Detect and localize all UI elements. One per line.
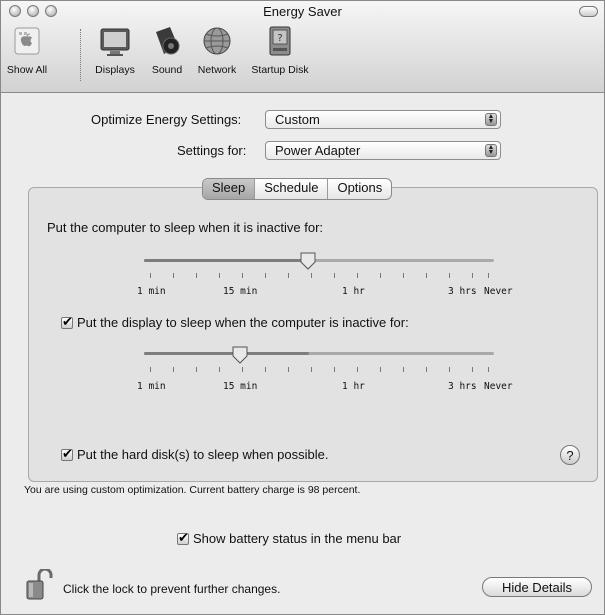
slider-tick xyxy=(488,367,489,372)
popup-arrows-icon: ▲ ▼ xyxy=(485,144,497,157)
svg-text:?: ? xyxy=(277,33,282,44)
energy-saver-window: Energy Saver Show All Displays Sound Net… xyxy=(0,0,605,615)
slider-tick xyxy=(449,273,450,278)
slider-tick xyxy=(242,367,243,372)
slider-tick xyxy=(357,367,358,372)
slider-tick xyxy=(311,273,312,278)
tick-label: Never xyxy=(484,286,513,297)
title-toolbar: Energy Saver Show All Displays Sound Net… xyxy=(1,1,604,93)
display-sleep-label: Put the display to sleep when the comput… xyxy=(77,315,409,330)
slider-tick xyxy=(488,273,489,278)
tick-label: 3 hrs xyxy=(448,286,477,297)
toolbar-show-all[interactable]: Show All xyxy=(3,24,51,76)
slider-tick xyxy=(196,367,197,372)
slider-tick xyxy=(334,367,335,372)
slider-tick xyxy=(196,273,197,278)
slider-tick xyxy=(334,273,335,278)
popup-arrows-icon: ▲ ▼ xyxy=(485,113,497,126)
computer-sleep-slider-thumb[interactable] xyxy=(300,252,316,270)
slider-tick xyxy=(426,367,427,372)
slider-tick xyxy=(472,367,473,372)
slider-tick xyxy=(311,367,312,372)
tick-label: 1 hr xyxy=(342,286,365,297)
toolbar-toggle-button[interactable] xyxy=(579,6,598,17)
slider-tick xyxy=(403,273,404,278)
slider-tick xyxy=(288,367,289,372)
slider-tick xyxy=(219,367,220,372)
toolbar-label: Show All xyxy=(6,64,48,76)
battery-status-checkbox[interactable] xyxy=(177,530,189,546)
optimize-popup[interactable]: Custom ▲ ▼ xyxy=(265,110,501,129)
lock-icon[interactable] xyxy=(25,567,53,606)
computer-sleep-slider-fill xyxy=(144,259,309,262)
disk-sleep-label: Put the hard disk(s) to sleep when possi… xyxy=(77,447,329,462)
window-title: Energy Saver xyxy=(263,4,342,19)
slider-tick xyxy=(173,273,174,278)
tick-label: 1 min xyxy=(137,286,166,297)
slider-tick xyxy=(219,273,220,278)
toolbar-sound[interactable]: Sound xyxy=(147,24,187,76)
tab-bar: Sleep Schedule Options xyxy=(202,178,393,200)
toolbar-startup-disk[interactable]: ? Startup Disk xyxy=(245,24,315,76)
lock-text: Click the lock to prevent further change… xyxy=(63,582,281,596)
slider-tick xyxy=(403,367,404,372)
tick-label: 1 min xyxy=(137,381,166,392)
display-sleep-slider-fill xyxy=(144,352,309,355)
toolbar-network[interactable]: Network xyxy=(191,24,243,76)
help-button[interactable]: ? xyxy=(560,445,580,465)
disk-sleep-checkbox[interactable] xyxy=(61,446,73,462)
toolbar-label: Startup Disk xyxy=(251,64,309,76)
battery-status-label: Show battery status in the menu bar xyxy=(193,531,402,546)
speaker-icon xyxy=(147,24,187,61)
hard-disk-icon: ? xyxy=(245,24,315,61)
tick-label: Never xyxy=(484,381,513,392)
slider-tick xyxy=(150,367,151,372)
optimize-label: Optimize Energy Settings: xyxy=(91,112,242,127)
slider-tick xyxy=(150,273,151,278)
settings-for-label: Settings for: xyxy=(177,143,247,158)
slider-tick xyxy=(265,367,266,372)
tab-schedule[interactable]: Schedule xyxy=(255,179,329,199)
hide-details-button[interactable]: Hide Details xyxy=(482,577,592,597)
globe-icon xyxy=(191,24,243,61)
slider-tick xyxy=(288,273,289,278)
toolbar-label: Displays xyxy=(95,64,135,76)
status-text: You are using custom optimization. Curre… xyxy=(24,484,361,496)
slider-tick xyxy=(242,273,243,278)
toolbar-displays[interactable]: Displays xyxy=(89,24,141,76)
tick-label: 15 min xyxy=(223,381,258,392)
slider-tick xyxy=(472,273,473,278)
slider-tick xyxy=(426,273,427,278)
toolbar-label: Network xyxy=(197,64,237,76)
slider-tick xyxy=(265,273,266,278)
computer-sleep-label: Put the computer to sleep when it is ina… xyxy=(47,220,324,235)
tick-label: 1 hr xyxy=(342,381,365,392)
tab-sleep[interactable]: Sleep xyxy=(203,179,256,199)
display-icon xyxy=(89,24,141,61)
tick-label: 15 min xyxy=(223,286,258,297)
display-sleep-slider-thumb[interactable] xyxy=(232,346,248,364)
tick-label: 3 hrs xyxy=(448,381,477,392)
display-sleep-checkbox[interactable] xyxy=(61,314,73,330)
settings-for-popup[interactable]: Power Adapter ▲ ▼ xyxy=(265,141,501,160)
toolbar-label: Sound xyxy=(151,64,183,76)
slider-tick xyxy=(380,367,381,372)
slider-tick xyxy=(173,367,174,372)
toolbar-separator xyxy=(80,29,81,81)
optimize-value: Custom xyxy=(275,112,320,127)
settings-for-value: Power Adapter xyxy=(275,143,361,158)
slider-tick xyxy=(449,367,450,372)
apple-icon xyxy=(3,24,51,61)
slider-tick xyxy=(357,273,358,278)
slider-tick xyxy=(380,273,381,278)
tab-options[interactable]: Options xyxy=(328,179,391,199)
